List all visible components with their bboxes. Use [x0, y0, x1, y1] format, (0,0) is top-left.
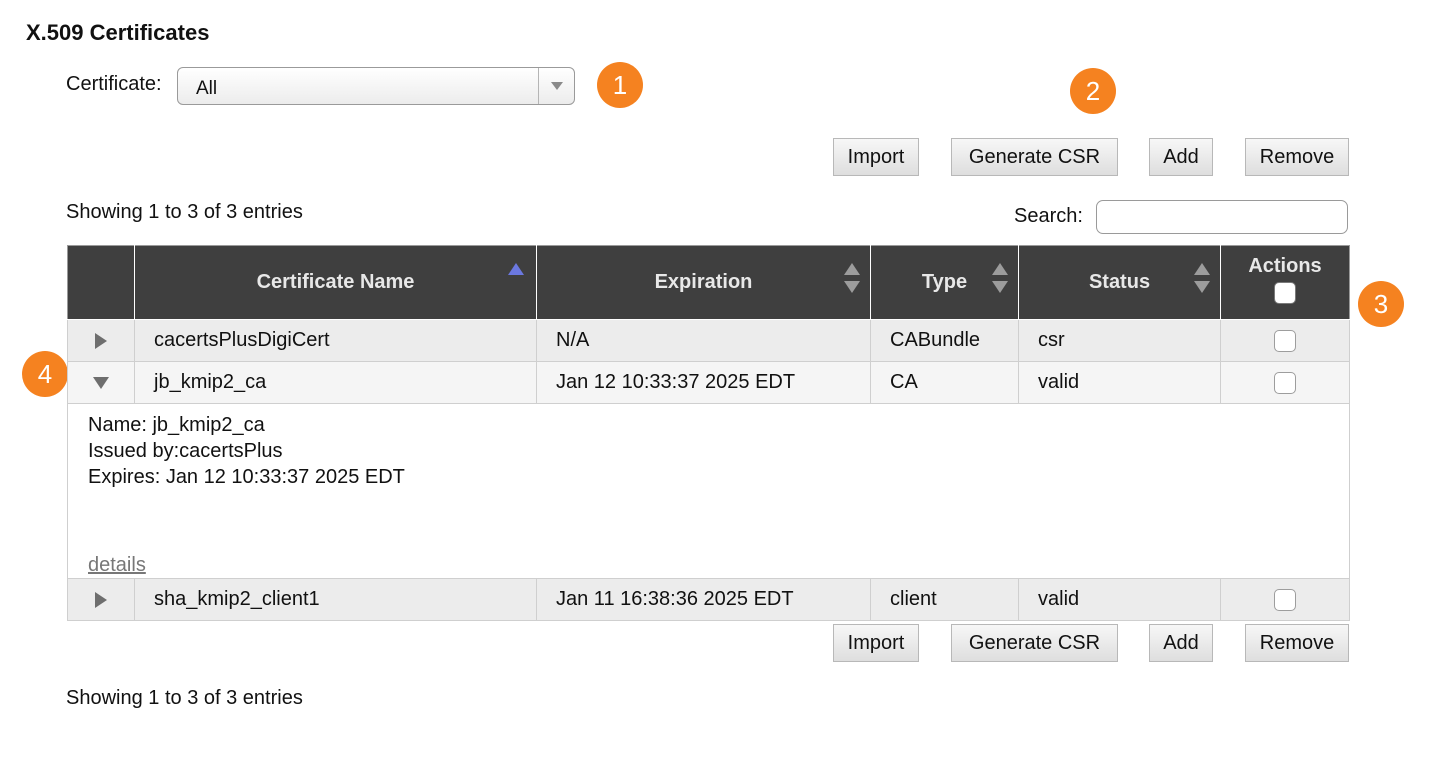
column-header-label: Actions — [1248, 255, 1322, 277]
detail-name-label: Name: — [88, 414, 147, 436]
cell-status: valid — [1018, 578, 1221, 621]
column-header-label: Certificate Name — [256, 271, 415, 293]
expand-arrow-icon — [95, 332, 107, 349]
row-select-checkbox[interactable] — [1274, 329, 1296, 352]
detail-issued-value: cacertsPlus — [179, 440, 283, 462]
dropdown-arrow-icon[interactable] — [538, 68, 574, 104]
row-select-checkbox[interactable] — [1274, 588, 1296, 611]
cell-type: client — [870, 578, 1019, 621]
cell-expiration: Jan 11 16:38:36 2025 EDT — [536, 578, 871, 621]
detail-issued-line: Issued by:cacertsPlus — [88, 438, 1349, 464]
import-button-bottom[interactable]: Import — [833, 624, 919, 662]
cell-status: valid — [1018, 361, 1221, 404]
import-button[interactable]: Import — [833, 138, 919, 176]
generate-csr-button[interactable]: Generate CSR — [951, 138, 1118, 176]
detail-expires-value: Jan 12 10:33:37 2025 EDT — [165, 466, 405, 488]
entries-info-top: Showing 1 to 3 of 3 entries — [66, 201, 303, 223]
cell-expiration: N/A — [536, 319, 871, 362]
expand-row-toggle[interactable] — [67, 578, 135, 621]
column-header-certificate-name[interactable]: Certificate Name — [134, 245, 537, 320]
row-select-checkbox[interactable] — [1274, 371, 1296, 394]
column-header-label: Expiration — [654, 271, 753, 293]
callout-badge-2: 2 — [1070, 68, 1116, 114]
column-header-actions: Actions — [1220, 245, 1350, 320]
column-header-type[interactable]: Type — [870, 245, 1019, 320]
certificate-filter-label: Certificate: — [66, 73, 162, 95]
add-button-bottom[interactable]: Add — [1149, 624, 1213, 662]
collapse-arrow-icon — [93, 376, 109, 389]
search-label: Search: — [1014, 205, 1083, 227]
sort-icon — [1194, 263, 1210, 293]
cell-certificate-name: cacertsPlusDigiCert — [134, 319, 537, 362]
expand-row-toggle[interactable] — [67, 319, 135, 362]
certificate-filter-value: All — [196, 78, 218, 99]
cell-actions — [1220, 319, 1350, 362]
remove-button-bottom[interactable]: Remove — [1245, 624, 1349, 662]
detail-cell: Name: jb_kmip2_ca Issued by:cacertsPlus … — [67, 403, 1350, 579]
detail-name-value: jb_kmip2_ca — [152, 414, 265, 436]
column-header-expiration[interactable]: Expiration — [536, 245, 871, 320]
expander-column-header — [67, 245, 135, 320]
cell-type: CABundle — [870, 319, 1019, 362]
remove-button[interactable]: Remove — [1245, 138, 1349, 176]
callout-badge-4: 4 — [22, 351, 68, 397]
detail-expires-line: Expires: Jan 12 10:33:37 2025 EDT — [88, 464, 1349, 490]
table-row: cacertsPlusDigiCert N/A CABundle csr — [67, 319, 1350, 362]
cell-type: CA — [870, 361, 1019, 404]
collapse-row-toggle[interactable] — [67, 361, 135, 404]
callout-badge-1: 1 — [597, 62, 643, 108]
detail-name-line: Name: jb_kmip2_ca — [88, 412, 1349, 438]
column-header-label: Type — [921, 271, 968, 293]
detail-issued-label: Issued by: — [88, 440, 180, 462]
search-input[interactable] — [1096, 200, 1348, 234]
detail-expires-label: Expires: — [88, 466, 161, 488]
certificates-table: Certificate Name Expiration Type Status … — [67, 245, 1350, 621]
generate-csr-button-bottom[interactable]: Generate CSR — [951, 624, 1118, 662]
sort-icon — [844, 263, 860, 293]
select-all-checkbox[interactable] — [1274, 282, 1296, 304]
column-header-label: Status — [1088, 271, 1151, 293]
sort-icon — [992, 263, 1008, 293]
row-detail-panel: Name: jb_kmip2_ca Issued by:cacertsPlus … — [67, 403, 1350, 579]
callout-badge-3: 3 — [1358, 281, 1404, 327]
page-title: X.509 Certificates — [26, 20, 210, 45]
expand-arrow-icon — [95, 591, 107, 608]
cell-certificate-name: jb_kmip2_ca — [134, 361, 537, 404]
column-header-status[interactable]: Status — [1018, 245, 1221, 320]
cell-certificate-name: sha_kmip2_client1 — [134, 578, 537, 621]
cell-actions — [1220, 361, 1350, 404]
cell-status: csr — [1018, 319, 1221, 362]
entries-info-bottom: Showing 1 to 3 of 3 entries — [66, 687, 303, 709]
cell-actions — [1220, 578, 1350, 621]
table-row: jb_kmip2_ca Jan 12 10:33:37 2025 EDT CA … — [67, 361, 1350, 404]
details-link[interactable]: details — [88, 552, 146, 578]
table-row: sha_kmip2_client1 Jan 11 16:38:36 2025 E… — [67, 578, 1350, 621]
cell-expiration: Jan 12 10:33:37 2025 EDT — [536, 361, 871, 404]
table-header-row: Certificate Name Expiration Type Status … — [67, 245, 1350, 320]
sort-ascending-icon — [508, 263, 524, 275]
certificate-filter-select[interactable]: All — [177, 67, 575, 105]
add-button[interactable]: Add — [1149, 138, 1213, 176]
